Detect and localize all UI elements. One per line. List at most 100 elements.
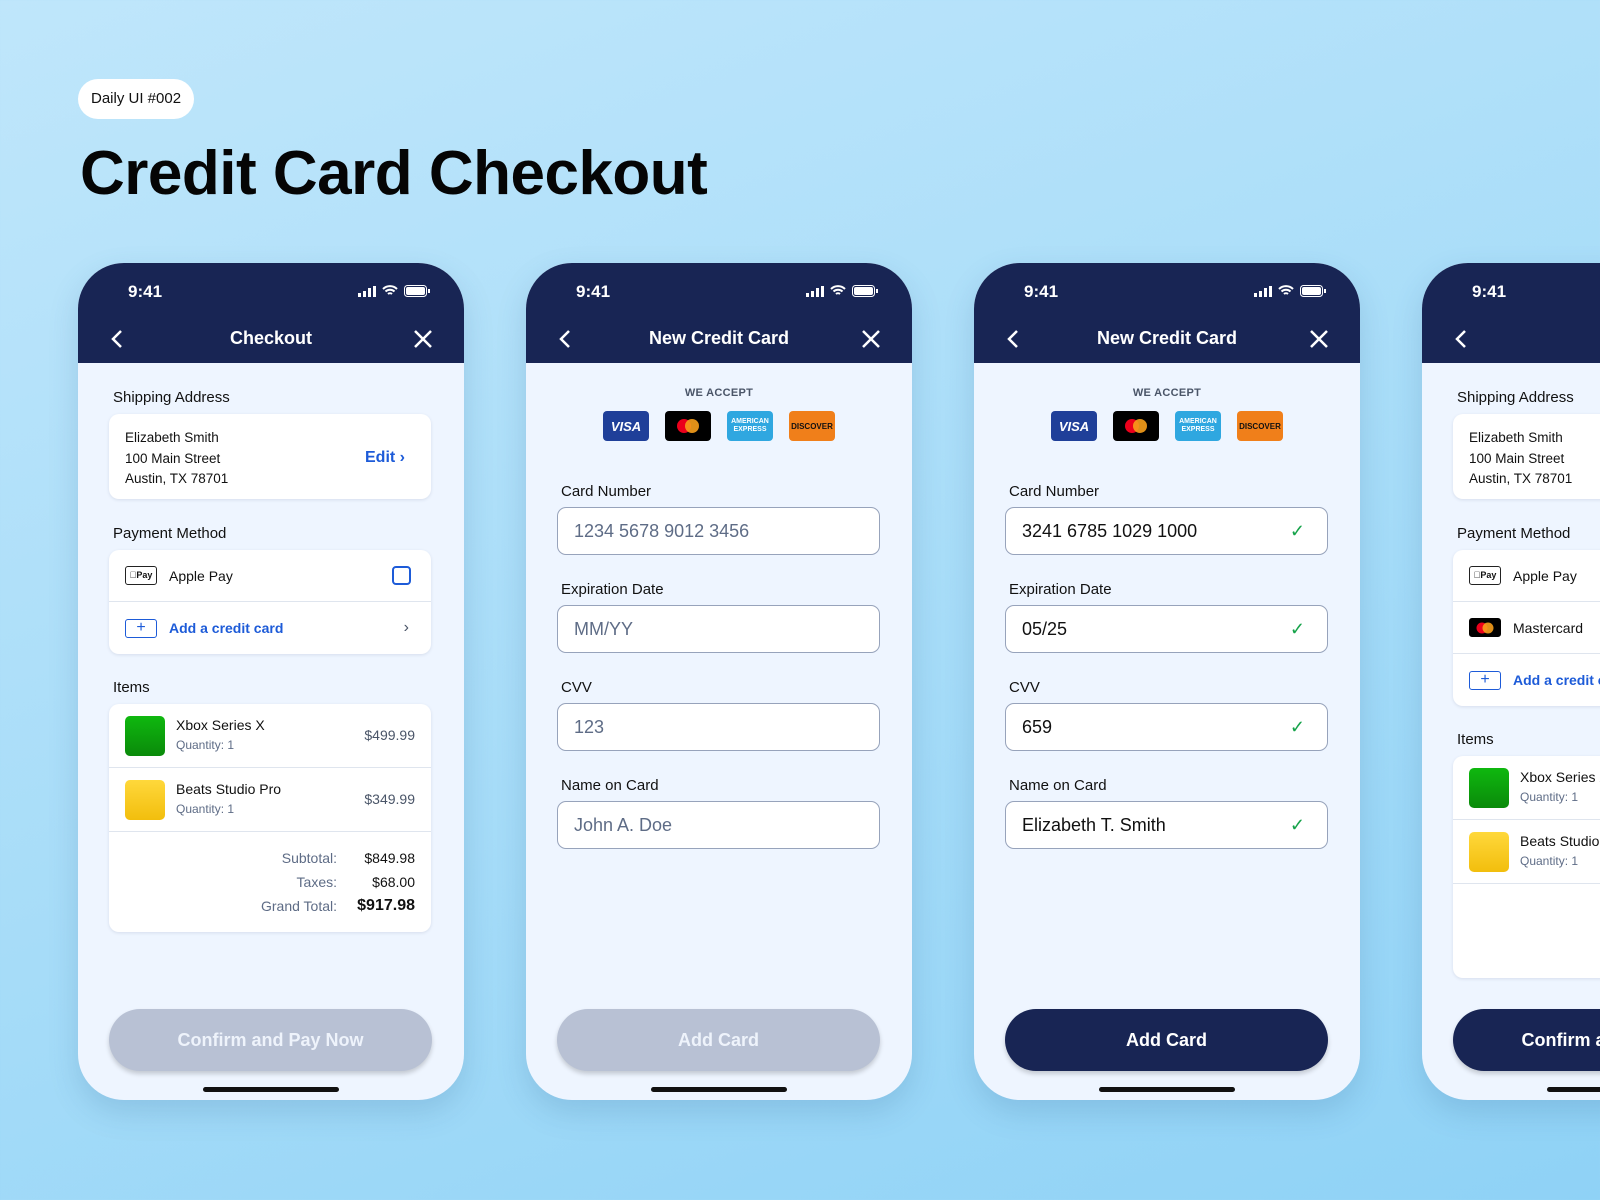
name-on-card-label: Name on Card [1009, 777, 1107, 794]
back-chevron-icon[interactable] [1452, 327, 1472, 351]
grand-total-value: $917.98 [357, 897, 415, 914]
signal-icon [806, 285, 824, 297]
apple-pay-checkbox[interactable] [392, 566, 411, 585]
cvv-value: 659 [1022, 717, 1053, 737]
item-name: Xbox Series X [1520, 769, 1600, 785]
checkmark-icon: ✓ [1289, 717, 1305, 737]
mastercard-label: Mastercard [1513, 619, 1584, 636]
nav-title: Checkout [229, 328, 312, 348]
item-price: $499.99 [364, 727, 415, 743]
card-number-input[interactable]: 1234 5678 9012 3456 [557, 507, 880, 555]
home-indicator [1099, 1087, 1235, 1092]
name-on-card-input[interactable]: Elizabeth T. Smith ✓ [1005, 801, 1328, 849]
name-on-card-input[interactable]: John A. Doe [557, 801, 880, 849]
address-name: Elizabeth Smith [1469, 430, 1563, 445]
status-time: 9:41 [1024, 282, 1059, 301]
status-time: 9:41 [128, 282, 163, 301]
status-time: 9:41 [1472, 282, 1507, 301]
checkmark-icon: ✓ [1289, 521, 1305, 541]
visa-icon: VISA [603, 411, 649, 441]
items-card: Xbox Series X Quantity: 1 Beats Studio P… [1453, 756, 1600, 978]
cvv-input[interactable]: 659 ✓ [1005, 703, 1328, 751]
close-icon[interactable] [412, 328, 434, 350]
beats-thumbnail [1469, 832, 1509, 872]
expiration-date-label: Expiration Date [1009, 581, 1112, 598]
payment-option-apple-pay[interactable]: Pay Apple Pay [109, 550, 431, 602]
nav-title: New Credit Card [1096, 328, 1238, 348]
address-street: 100 Main Street [1469, 450, 1565, 466]
card-number-label: Card Number [561, 483, 652, 500]
expiration-date-label: Expiration Date [561, 581, 664, 598]
accepted-cards: VISA AMERICAN EXPRESS DISCOVER [974, 411, 1360, 441]
beats-thumbnail [125, 780, 165, 820]
phone-checkout-final: 9:41 Shipping Address Elizabeth Smith 10… [1422, 263, 1600, 1100]
item-row: Xbox Series X Quantity: 1 $499.99 [109, 704, 431, 768]
item-row: Xbox Series X Quantity: 1 [1453, 756, 1600, 820]
home-indicator [651, 1087, 787, 1092]
card-number-input[interactable]: 3241 6785 1029 1000 ✓ [1005, 507, 1328, 555]
daily-ui-tag: Daily UI #002 [78, 79, 195, 119]
status-time: 9:41 [576, 282, 611, 301]
name-on-card-label: Name on Card [561, 777, 659, 794]
apple-pay-label: Apple Pay [1513, 567, 1577, 584]
nav-header: 9:41 New Credit Card [974, 263, 1360, 363]
cvv-input[interactable]: 123 [557, 703, 880, 751]
payment-method-card: Pay Apple Pay + Add a credit card › [109, 550, 431, 654]
address-city: Austin, TX 78701 [125, 471, 229, 486]
payment-option-mastercard[interactable]: Mastercard [1453, 602, 1600, 654]
plus-icon: + [125, 618, 157, 638]
confirm-pay-button[interactable]: Confirm and Pay Now [1453, 1009, 1600, 1071]
item-quantity: Quantity: 1 [1520, 854, 1579, 868]
visa-icon: VISA [1051, 411, 1097, 441]
mastercard-icon [1469, 618, 1501, 637]
card-number-label: Card Number [1009, 483, 1100, 500]
phone-checkout: 9:41 Checkout Shipping Address Elizabeth… [78, 263, 464, 1100]
shipping-address-card: Elizabeth Smith 100 Main Street Austin, … [109, 414, 431, 499]
checkmark-icon: ✓ [1289, 619, 1305, 639]
edit-label: Edit [365, 449, 396, 466]
status-icons [1254, 285, 1326, 297]
item-quantity: Quantity: 1 [1520, 790, 1579, 804]
add-credit-card-row[interactable]: + Add a credit card [1453, 654, 1600, 706]
we-accept-label: WE ACCEPT [684, 387, 754, 399]
items-label: Items [1457, 731, 1494, 748]
add-card-button[interactable]: Add Card [1005, 1009, 1328, 1071]
add-credit-card-label: Add a credit card [169, 620, 284, 636]
subtotal-label: Subtotal: [281, 850, 337, 866]
order-totals: Subtotal: $849.98 Taxes: $68.00 Grand Tota… [109, 832, 431, 932]
address-name: Elizabeth Smith [125, 430, 219, 445]
close-icon[interactable] [860, 328, 882, 350]
payment-method-card: Pay Apple Pay Mastercard + Add a credit… [1453, 550, 1600, 706]
wifi-icon [830, 285, 846, 295]
we-accept-label: WE ACCEPT [1132, 387, 1202, 399]
add-credit-card-row[interactable]: + Add a credit card › [109, 602, 431, 654]
mastercard-icon [1113, 411, 1159, 441]
items-card: Xbox Series X Quantity: 1 $499.99 Beats … [109, 704, 431, 932]
subtotal-value: $849.98 [364, 850, 415, 866]
cvv-label: CVV [1009, 679, 1040, 696]
confirm-pay-button[interactable]: Confirm and Pay Now [109, 1009, 432, 1071]
page-title: Credit Card Checkout [80, 139, 708, 208]
add-credit-card-label: Add a credit card [1513, 672, 1600, 688]
xbox-thumbnail [1469, 768, 1509, 808]
amex-icon: AMERICAN EXPRESS [1175, 411, 1221, 441]
taxes-label: Taxes: [296, 874, 337, 890]
shipping-address-label: Shipping Address [113, 389, 230, 406]
discover-icon: DISCOVER [789, 411, 835, 441]
mastercard-icon [665, 411, 711, 441]
home-indicator [203, 1087, 339, 1092]
phone-new-card-empty: 9:41 New Credit Card WE ACCEPT VISA AMER… [526, 263, 912, 1100]
signal-icon [1254, 285, 1272, 297]
chevron-right-icon: › [399, 449, 405, 466]
add-card-button[interactable]: Add Card [557, 1009, 880, 1071]
battery-icon [404, 285, 430, 297]
item-row: Beats Studio Pro Quantity: 1 $349.99 [109, 768, 431, 832]
payment-option-apple-pay[interactable]: Pay Apple Pay [1453, 550, 1600, 602]
nav-title: New Credit Card [648, 328, 790, 348]
close-icon[interactable] [1308, 328, 1330, 350]
battery-icon [852, 285, 878, 297]
edit-address-button[interactable]: Edit › [365, 448, 405, 469]
expiration-date-input[interactable]: 05/25 ✓ [1005, 605, 1328, 653]
expiration-date-input[interactable]: MM/YY [557, 605, 880, 653]
shipping-address-label: Shipping Address [1457, 389, 1574, 406]
